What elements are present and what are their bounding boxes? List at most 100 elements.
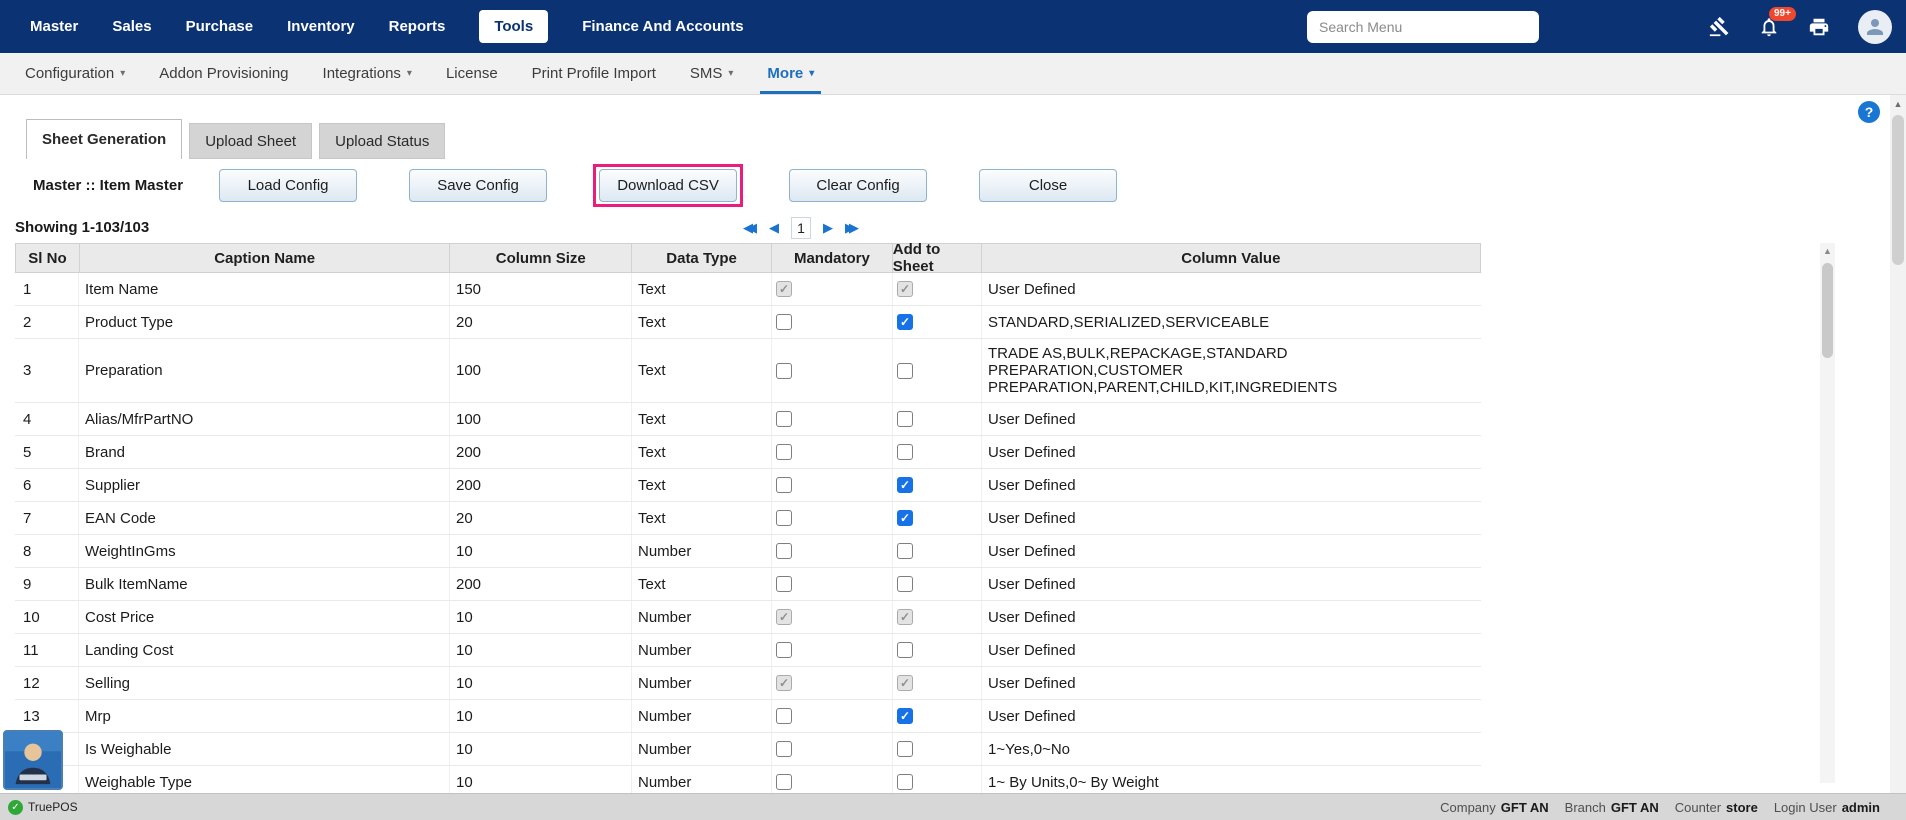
subnav-item-more[interactable]: More▾ xyxy=(750,53,831,94)
mandatory-checkbox[interactable] xyxy=(776,741,792,757)
subnav-item-addon-provisioning[interactable]: Addon Provisioning xyxy=(142,53,305,94)
add-to-sheet-checkbox[interactable]: ✓ xyxy=(897,477,913,493)
cell-column-size: 10 xyxy=(450,700,632,732)
column-value-text: STANDARD,SERIALIZED,SERVICEABLE xyxy=(988,308,1269,337)
cell-mandatory xyxy=(772,306,893,338)
add-to-sheet-checkbox[interactable] xyxy=(897,363,913,379)
cell-data-type: Text xyxy=(632,568,772,600)
cell-column-value: User Defined xyxy=(982,436,1481,468)
page-scroll-up-icon[interactable]: ▲ xyxy=(1890,95,1906,109)
cell-mandatory xyxy=(772,339,893,402)
cell-add-to-sheet: ✓ xyxy=(893,469,982,501)
nav-item-master[interactable]: Master xyxy=(30,18,78,35)
tab-upload-status[interactable]: Upload Status xyxy=(319,123,445,159)
nav-item-tools[interactable]: Tools xyxy=(479,10,548,43)
printer-icon[interactable] xyxy=(1808,16,1830,38)
table-row: 12Selling10Number✓✓User Defined xyxy=(15,667,1481,700)
add-to-sheet-checkbox[interactable] xyxy=(897,774,913,790)
mandatory-checkbox[interactable] xyxy=(776,642,792,658)
add-to-sheet-checkbox[interactable] xyxy=(897,411,913,427)
table-row: 2Product Type20Text✓STANDARD,SERIALIZED,… xyxy=(15,306,1481,339)
sheet-tabs: Sheet GenerationUpload SheetUpload Statu… xyxy=(26,119,445,159)
mandatory-checkbox[interactable] xyxy=(776,774,792,790)
mandatory-checkbox[interactable] xyxy=(776,708,792,724)
mandatory-checkbox[interactable] xyxy=(776,444,792,460)
subnav-item-print-profile-import[interactable]: Print Profile Import xyxy=(515,53,673,94)
clear-config-button[interactable]: Clear Config xyxy=(789,169,927,202)
add-to-sheet-checkbox[interactable] xyxy=(897,741,913,757)
breadcrumb: Master :: Item Master xyxy=(33,177,183,194)
nav-item-purchase[interactable]: Purchase xyxy=(186,18,254,35)
subnav-item-integrations[interactable]: Integrations▾ xyxy=(306,53,429,94)
pagination-last-button[interactable]: ▶▶ xyxy=(845,220,859,236)
add-to-sheet-checkbox[interactable]: ✓ xyxy=(897,314,913,330)
tab-sheet-generation[interactable]: Sheet Generation xyxy=(26,119,182,159)
support-person-image xyxy=(5,732,61,788)
cell-data-type: Text xyxy=(632,403,772,435)
brand-name: TruePOS xyxy=(28,800,78,814)
mandatory-checkbox[interactable] xyxy=(776,543,792,559)
pagination-next-button[interactable]: ▶ xyxy=(823,220,833,236)
mandatory-checkbox[interactable] xyxy=(776,576,792,592)
scroll-up-icon[interactable]: ▲ xyxy=(1820,243,1835,256)
table-row: 13Mrp10Number✓User Defined xyxy=(15,700,1481,733)
help-icon[interactable]: ? xyxy=(1858,101,1880,123)
add-to-sheet-checkbox[interactable]: ✓ xyxy=(897,510,913,526)
close-button[interactable]: Close xyxy=(979,169,1117,202)
page-scrollbar[interactable]: ▲ xyxy=(1890,95,1906,793)
nav-item-sales[interactable]: Sales xyxy=(112,18,151,35)
add-to-sheet-checkbox[interactable] xyxy=(897,444,913,460)
mandatory-checkbox[interactable] xyxy=(776,363,792,379)
tab-upload-sheet[interactable]: Upload Sheet xyxy=(189,123,312,159)
column-header-column-size: Column Size xyxy=(450,244,632,272)
subnav-item-license[interactable]: License xyxy=(429,53,515,94)
nav-item-finance-and-accounts[interactable]: Finance And Accounts xyxy=(582,18,743,35)
column-value-text: User Defined xyxy=(988,636,1076,665)
table-scrollbar[interactable]: ▲ xyxy=(1820,243,1835,783)
add-to-sheet-checkbox[interactable]: ✓ xyxy=(897,708,913,724)
subnav-item-sms[interactable]: SMS▾ xyxy=(673,53,751,94)
cell-column-value: User Defined xyxy=(982,273,1481,305)
mandatory-checkbox: ✓ xyxy=(776,675,792,691)
status-fields: CompanyGFT ANBranchGFT ANCounterstoreLog… xyxy=(1440,800,1880,815)
cell-column-value: TRADE AS,BULK,REPACKAGE,STANDARD PREPARA… xyxy=(982,339,1481,402)
mandatory-checkbox[interactable] xyxy=(776,510,792,526)
gavel-icon[interactable] xyxy=(1709,16,1730,37)
nav-item-reports[interactable]: Reports xyxy=(389,18,446,35)
add-to-sheet-checkbox[interactable] xyxy=(897,642,913,658)
status-value: GFT AN xyxy=(1501,800,1549,815)
page-scrollbar-thumb[interactable] xyxy=(1892,115,1904,265)
column-header-add-to-sheet: Add to Sheet xyxy=(893,244,982,272)
save-config-button[interactable]: Save Config xyxy=(409,169,547,202)
mandatory-checkbox[interactable] xyxy=(776,314,792,330)
cell-add-to-sheet: ✓ xyxy=(893,502,982,534)
search-input[interactable] xyxy=(1307,11,1539,43)
column-header-column-value: Column Value xyxy=(982,244,1480,272)
cell-caption-name: Alias/MfrPartNO xyxy=(79,403,450,435)
load-config-button[interactable]: Load Config xyxy=(219,169,357,202)
column-value-text: User Defined xyxy=(988,438,1076,467)
pagination-current-page[interactable]: 1 xyxy=(791,217,811,239)
cell-sl-no: 1 xyxy=(15,273,79,305)
add-to-sheet-checkbox[interactable] xyxy=(897,576,913,592)
bell-icon[interactable]: 99+ xyxy=(1758,16,1780,38)
cell-caption-name: Supplier xyxy=(79,469,450,501)
column-value-text: User Defined xyxy=(988,669,1076,698)
pagination-prev-button[interactable]: ◀ xyxy=(769,220,779,236)
cell-add-to-sheet xyxy=(893,766,982,793)
download-csv-button[interactable]: Download CSV xyxy=(599,169,737,202)
pagination-first-button[interactable]: ◀◀ xyxy=(743,220,757,236)
showing-row: Showing 1-103/103 ◀◀ ◀ 1 ▶ ▶▶ xyxy=(15,215,1481,241)
pagination: ◀◀ ◀ 1 ▶ ▶▶ xyxy=(743,215,859,241)
table-row: 7EAN Code20Text✓User Defined xyxy=(15,502,1481,535)
user-avatar[interactable] xyxy=(1858,10,1892,44)
nav-item-inventory[interactable]: Inventory xyxy=(287,18,355,35)
subnav-item-configuration[interactable]: Configuration▾ xyxy=(8,53,142,94)
sheet-config-table: Sl NoCaption NameColumn SizeData TypeMan… xyxy=(15,243,1481,793)
mandatory-checkbox[interactable] xyxy=(776,477,792,493)
add-to-sheet-checkbox[interactable] xyxy=(897,543,913,559)
table-scrollbar-thumb[interactable] xyxy=(1822,263,1833,358)
support-chat-widget[interactable] xyxy=(3,730,63,790)
mandatory-checkbox[interactable] xyxy=(776,411,792,427)
cell-add-to-sheet xyxy=(893,403,982,435)
